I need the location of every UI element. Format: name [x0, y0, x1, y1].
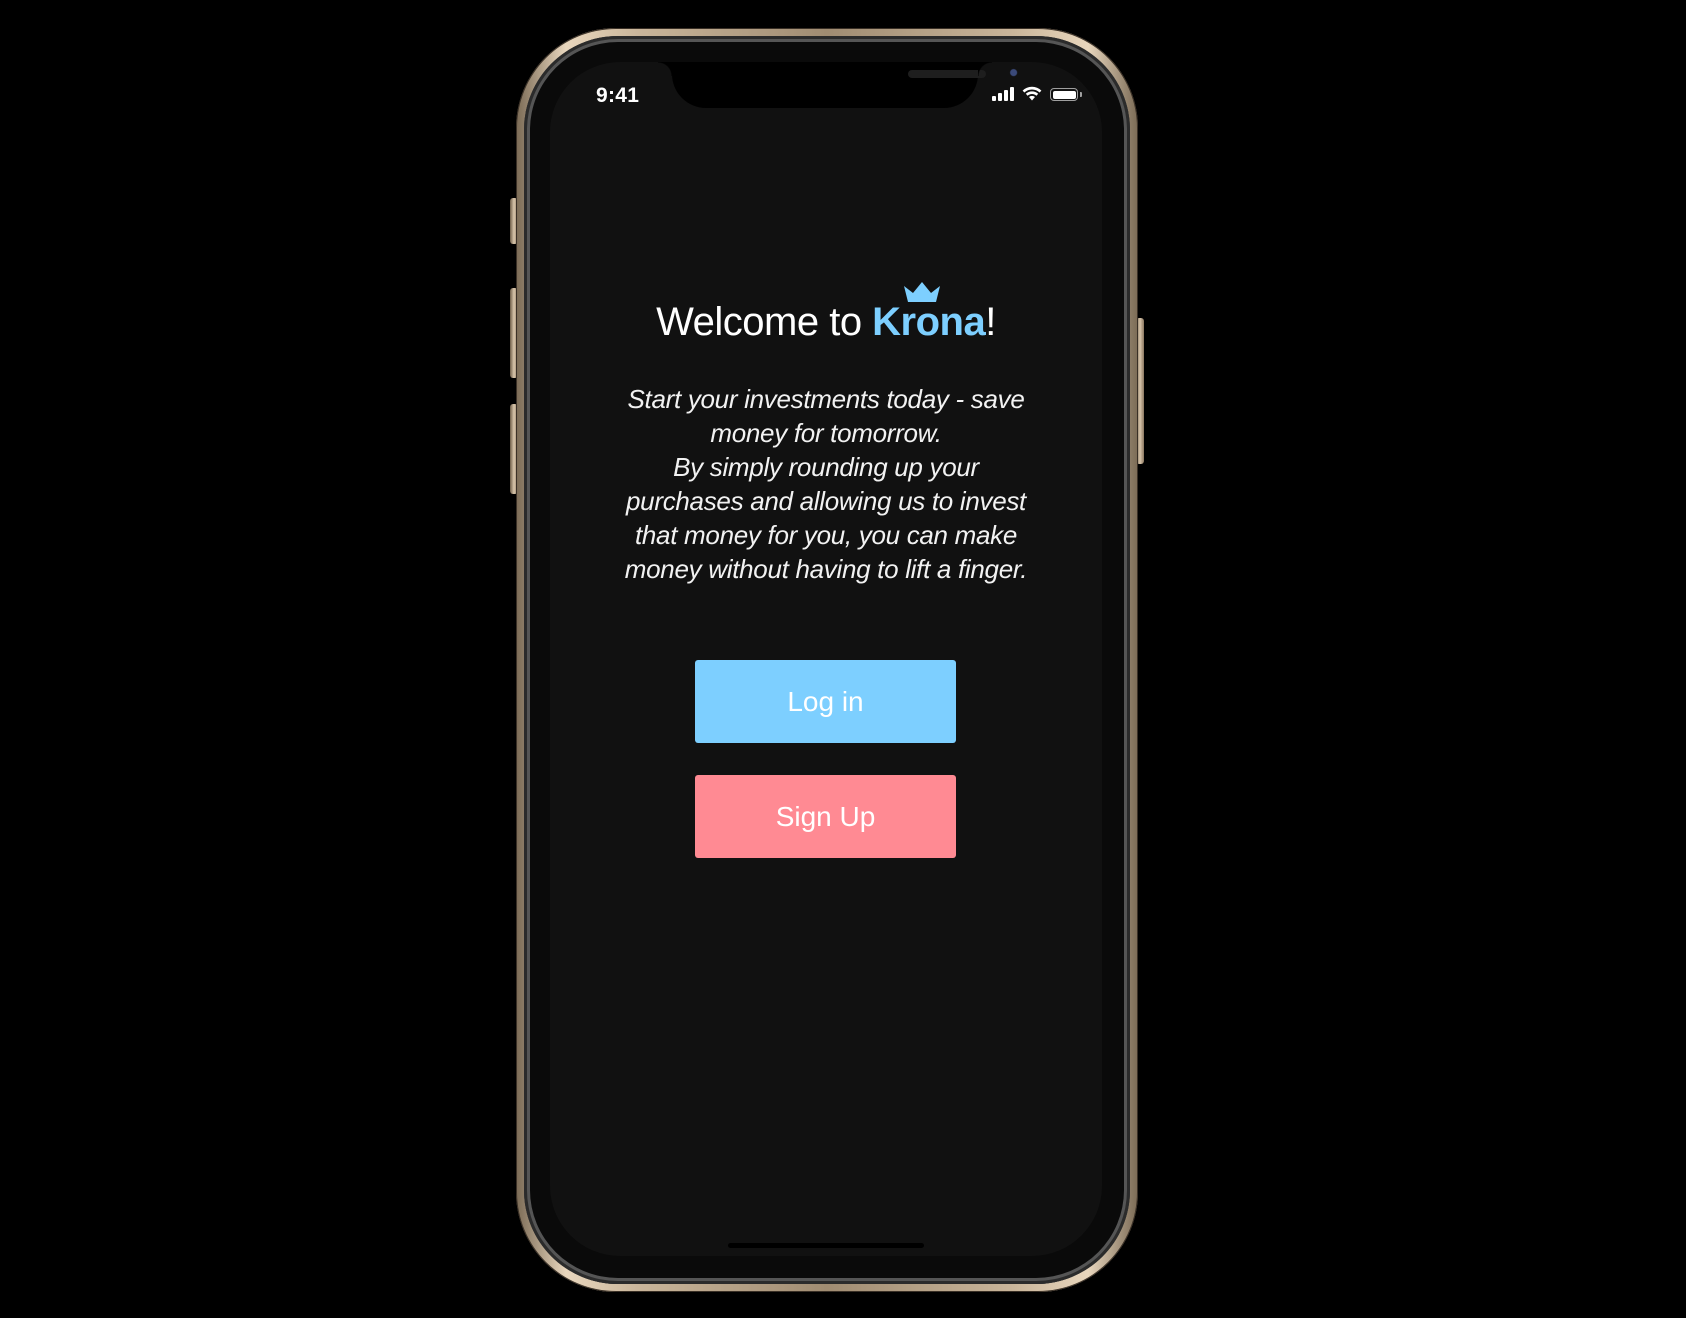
tagline-line: money for tomorrow. [710, 418, 942, 448]
tagline-line: that money for you, you can make [634, 520, 1018, 550]
wifi-icon [1022, 86, 1042, 101]
front-camera [1008, 67, 1022, 81]
signup-button[interactable]: Sign Up [695, 775, 956, 858]
brand-name: Krona [872, 300, 986, 344]
tagline-line: purchases and allowing us to invest [626, 486, 1026, 516]
stage: 9:41 Welcome to Krona! Start your invest… [0, 0, 1686, 1318]
signal-icon [992, 87, 1014, 101]
speaker-grille [908, 70, 986, 78]
notch [658, 62, 1022, 108]
welcome-title: Welcome to Krona! [550, 282, 1102, 345]
crown-icon [904, 282, 941, 302]
tagline-line: By simply rounding up your [673, 452, 979, 482]
tagline-line: money without having to lift a finger. [624, 554, 1028, 584]
tagline-line: Start your investments today - save [627, 384, 1025, 414]
home-indicator [728, 1243, 924, 1248]
brand-name-wrap: Krona [872, 282, 986, 345]
status-icons [992, 86, 1082, 101]
welcome-prefix: Welcome to [656, 300, 873, 344]
status-time: 9:41 [596, 84, 640, 107]
app-screen: 9:41 Welcome to Krona! Start your invest… [550, 62, 1102, 1256]
tagline: Start your investments today - save mone… [606, 382, 1046, 586]
login-button[interactable]: Log in [695, 660, 956, 743]
welcome-suffix: ! [985, 300, 996, 344]
battery-icon [1050, 88, 1082, 101]
